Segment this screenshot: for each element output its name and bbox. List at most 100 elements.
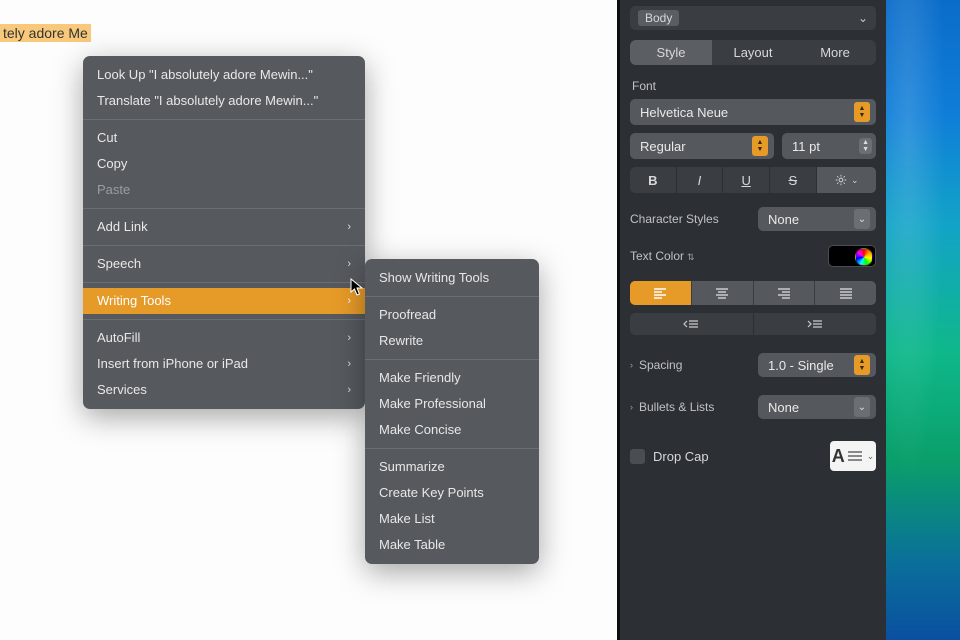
submenu-rewrite[interactable]: Rewrite [365, 328, 539, 354]
align-right-button[interactable] [754, 281, 816, 305]
menu-separator [83, 208, 365, 209]
font-family-value: Helvetica Neue [640, 105, 728, 120]
strikethrough-button[interactable]: S [770, 167, 817, 193]
menu-autofill[interactable]: AutoFill › [83, 325, 365, 351]
indent-buttons [630, 313, 876, 335]
align-justify-icon [839, 287, 853, 299]
selected-document-text[interactable]: tely adore Me [0, 24, 91, 42]
outdent-button[interactable] [630, 313, 754, 335]
font-weight-value: Regular [640, 139, 686, 154]
menu-cut[interactable]: Cut [83, 125, 365, 151]
align-justify-button[interactable] [815, 281, 876, 305]
menu-copy[interactable]: Copy [83, 151, 365, 177]
text-color-well[interactable] [828, 245, 876, 267]
stepper-icon: ▲▼ [854, 102, 870, 122]
menu-item-label: Proofread [379, 306, 436, 324]
indent-icon [807, 319, 823, 329]
color-wheel-icon[interactable] [855, 248, 873, 266]
paragraph-style-value: Body [638, 10, 679, 26]
align-left-button[interactable] [630, 281, 692, 305]
menu-add-link[interactable]: Add Link › [83, 214, 365, 240]
text-lines-icon [848, 451, 862, 461]
menu-item-label: Create Key Points [379, 484, 484, 502]
dropcap-checkbox[interactable]: Drop Cap [630, 449, 709, 464]
menu-paste: Paste [83, 177, 365, 203]
chevron-right-icon: › [347, 218, 351, 236]
dropcap-style-dropdown[interactable]: A ⌄ [830, 441, 876, 471]
stepper-icon: ▲▼ [752, 136, 768, 156]
bold-button[interactable]: B [630, 167, 677, 193]
indent-button[interactable] [754, 313, 877, 335]
submenu-show-writing-tools[interactable]: Show Writing Tools [365, 265, 539, 291]
spacing-disclosure[interactable]: ›Spacing [630, 358, 682, 372]
menu-separator [365, 296, 539, 297]
bullets-disclosure[interactable]: ›Bullets & Lists [630, 400, 714, 414]
updown-icon: ⇅ [687, 252, 695, 262]
stepper-icon: ▲▼ [859, 138, 872, 154]
tab-more[interactable]: More [794, 40, 876, 65]
italic-button[interactable]: I [677, 167, 724, 193]
font-size-value: 11 pt [792, 139, 820, 154]
tab-layout[interactable]: Layout [712, 40, 794, 65]
advanced-options-button[interactable]: ⌄ [817, 167, 876, 193]
submenu-proofread[interactable]: Proofread [365, 302, 539, 328]
menu-item-label: Make Concise [379, 421, 461, 439]
format-inspector: Body ⌄ Style Layout More Font Helvetica … [620, 0, 886, 640]
menu-look-up[interactable]: Look Up "I absolutely adore Mewin..." [83, 62, 365, 88]
font-size-field[interactable]: 11 pt ▲▼ [782, 133, 876, 159]
spacing-dropdown[interactable]: 1.0 - Single ▲▼ [758, 353, 876, 377]
chevron-down-icon: ⌄ [854, 397, 870, 417]
submenu-create-key-points[interactable]: Create Key Points [365, 480, 539, 506]
bullets-dropdown[interactable]: None ⌄ [758, 395, 876, 419]
chevron-right-icon: › [630, 402, 633, 412]
submenu-make-list[interactable]: Make List [365, 506, 539, 532]
menu-item-label: Services [97, 381, 147, 399]
menu-separator [83, 282, 365, 283]
align-left-icon [653, 287, 667, 299]
stepper-icon: ▲▼ [854, 355, 870, 375]
character-styles-dropdown[interactable]: None ⌄ [758, 207, 876, 231]
menu-item-label: Show Writing Tools [379, 269, 489, 287]
menu-item-label: Make List [379, 510, 435, 528]
checkbox-icon [630, 449, 645, 464]
align-center-icon [715, 287, 729, 299]
menu-separator [365, 448, 539, 449]
outdent-icon [683, 319, 699, 329]
gear-icon [834, 173, 848, 187]
submenu-make-concise[interactable]: Make Concise [365, 417, 539, 443]
font-family-dropdown[interactable]: Helvetica Neue ▲▼ [630, 99, 876, 125]
font-section-label: Font [632, 79, 876, 93]
menu-translate[interactable]: Translate "I absolutely adore Mewin..." [83, 88, 365, 114]
tab-style[interactable]: Style [630, 40, 712, 65]
align-center-button[interactable] [692, 281, 754, 305]
character-styles-label: Character Styles [630, 212, 719, 226]
spacing-value: 1.0 - Single [768, 358, 834, 373]
text-color-label: Text Color⇅ [630, 249, 695, 263]
menu-item-label: Add Link [97, 218, 148, 236]
chevron-down-icon: ⌄ [867, 451, 875, 462]
menu-item-label: Cut [97, 129, 117, 147]
chevron-down-icon: ⌄ [854, 209, 870, 229]
chevron-right-icon: › [347, 255, 351, 273]
paragraph-style-dropdown[interactable]: Body ⌄ [630, 6, 876, 30]
chevron-right-icon: › [347, 329, 351, 347]
menu-speech[interactable]: Speech › [83, 251, 365, 277]
menu-item-label: Make Table [379, 536, 445, 554]
menu-insert-from-device[interactable]: Insert from iPhone or iPad › [83, 351, 365, 377]
submenu-make-table[interactable]: Make Table [365, 532, 539, 558]
submenu-make-friendly[interactable]: Make Friendly [365, 365, 539, 391]
menu-item-label: Writing Tools [97, 292, 171, 310]
text-format-buttons: B I U S ⌄ [630, 167, 876, 193]
font-weight-dropdown[interactable]: Regular ▲▼ [630, 133, 774, 159]
align-right-icon [777, 287, 791, 299]
alignment-buttons [630, 281, 876, 305]
menu-item-label: Make Professional [379, 395, 486, 413]
menu-item-label: Paste [97, 181, 130, 199]
menu-services[interactable]: Services › [83, 377, 365, 403]
underline-button[interactable]: U [723, 167, 770, 193]
menu-item-label: AutoFill [97, 329, 140, 347]
submenu-summarize[interactable]: Summarize [365, 454, 539, 480]
menu-writing-tools[interactable]: Writing Tools › [83, 288, 365, 314]
submenu-make-professional[interactable]: Make Professional [365, 391, 539, 417]
menu-item-label: Insert from iPhone or iPad [97, 355, 248, 373]
